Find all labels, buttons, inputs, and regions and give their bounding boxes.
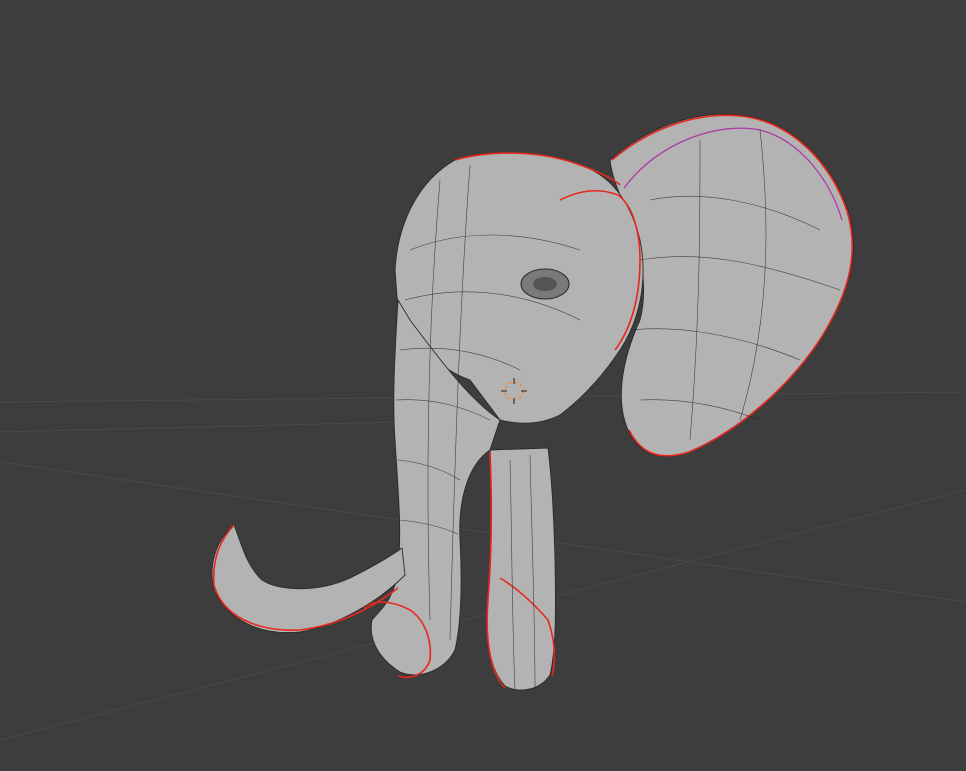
mesh-tusk-right[interactable] — [486, 447, 556, 691]
3d-viewport[interactable] — [0, 0, 966, 771]
mesh-ear[interactable] — [609, 113, 854, 457]
grid-line-2 — [0, 489, 966, 741]
viewport-canvas[interactable] — [0, 0, 966, 771]
eye-pupil — [533, 277, 557, 291]
grid-line-1 — [0, 461, 966, 603]
elephant-head-mesh[interactable] — [211, 113, 854, 691]
